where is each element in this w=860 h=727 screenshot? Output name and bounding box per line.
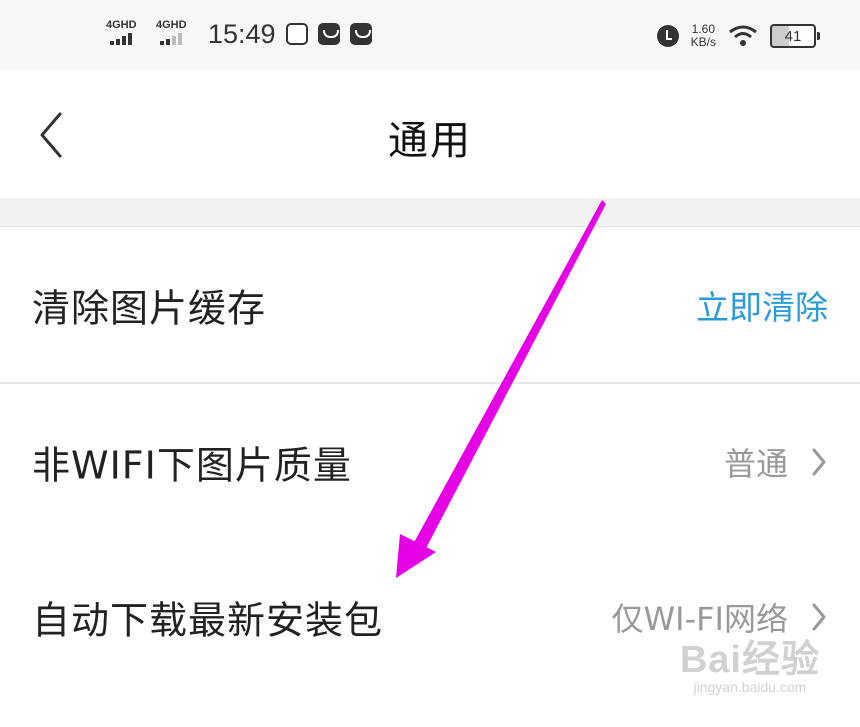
page-title: 通用 [388, 118, 472, 164]
battery-level: 41 [784, 27, 802, 45]
message-notification-icon [317, 23, 340, 45]
app-notification-icon [285, 23, 308, 45]
setting-row-clear-image-cache[interactable]: 清除图片缓存 立即清除 [0, 227, 860, 384]
clear-now-button[interactable]: 立即清除 [696, 281, 828, 329]
setting-label: 自动下载最新安装包 [32, 598, 384, 642]
chevron-right-icon [812, 448, 826, 475]
next-row-partial [0, 694, 860, 727]
wifi-icon [728, 24, 758, 48]
watermark-main: Bai经验 [679, 639, 820, 681]
network-type-2: 4GHD [156, 19, 187, 31]
status-right: 1.60 KB/s 41 [656, 16, 820, 56]
setting-label: 清除图片缓存 [32, 286, 267, 330]
battery-icon: 41 [770, 24, 820, 48]
setting-value: 普通 [723, 444, 788, 483]
message-notification-icon-2 [349, 23, 372, 45]
network-type-1: 4GHD [106, 19, 137, 31]
status-time: 15:49 [208, 18, 276, 49]
setting-row-non-wifi-image-quality[interactable]: 非WIFI下图片质量 普通 [0, 384, 860, 541]
status-bar: 4GHD 4GHD 15:49 1.60 KB/s 41 [0, 0, 860, 70]
setting-label: 非WIFI下图片质量 [32, 443, 352, 487]
speed-unit: KB/s [690, 35, 716, 49]
baidu-jingyan-watermark: Bai经验 jingyan.baidu.com [680, 628, 820, 695]
status-left: 4GHD 4GHD 15:49 [104, 14, 372, 54]
signal-icon: 4GHD [104, 19, 144, 49]
network-speed: 1.60 KB/s [691, 23, 716, 49]
navigation-bar: 通用 [0, 70, 860, 198]
section-divider [0, 198, 860, 227]
watermark-sub: jingyan.baidu.com [693, 679, 807, 695]
signal-icon-2: 4GHD [154, 19, 194, 49]
alarm-icon [656, 25, 679, 47]
